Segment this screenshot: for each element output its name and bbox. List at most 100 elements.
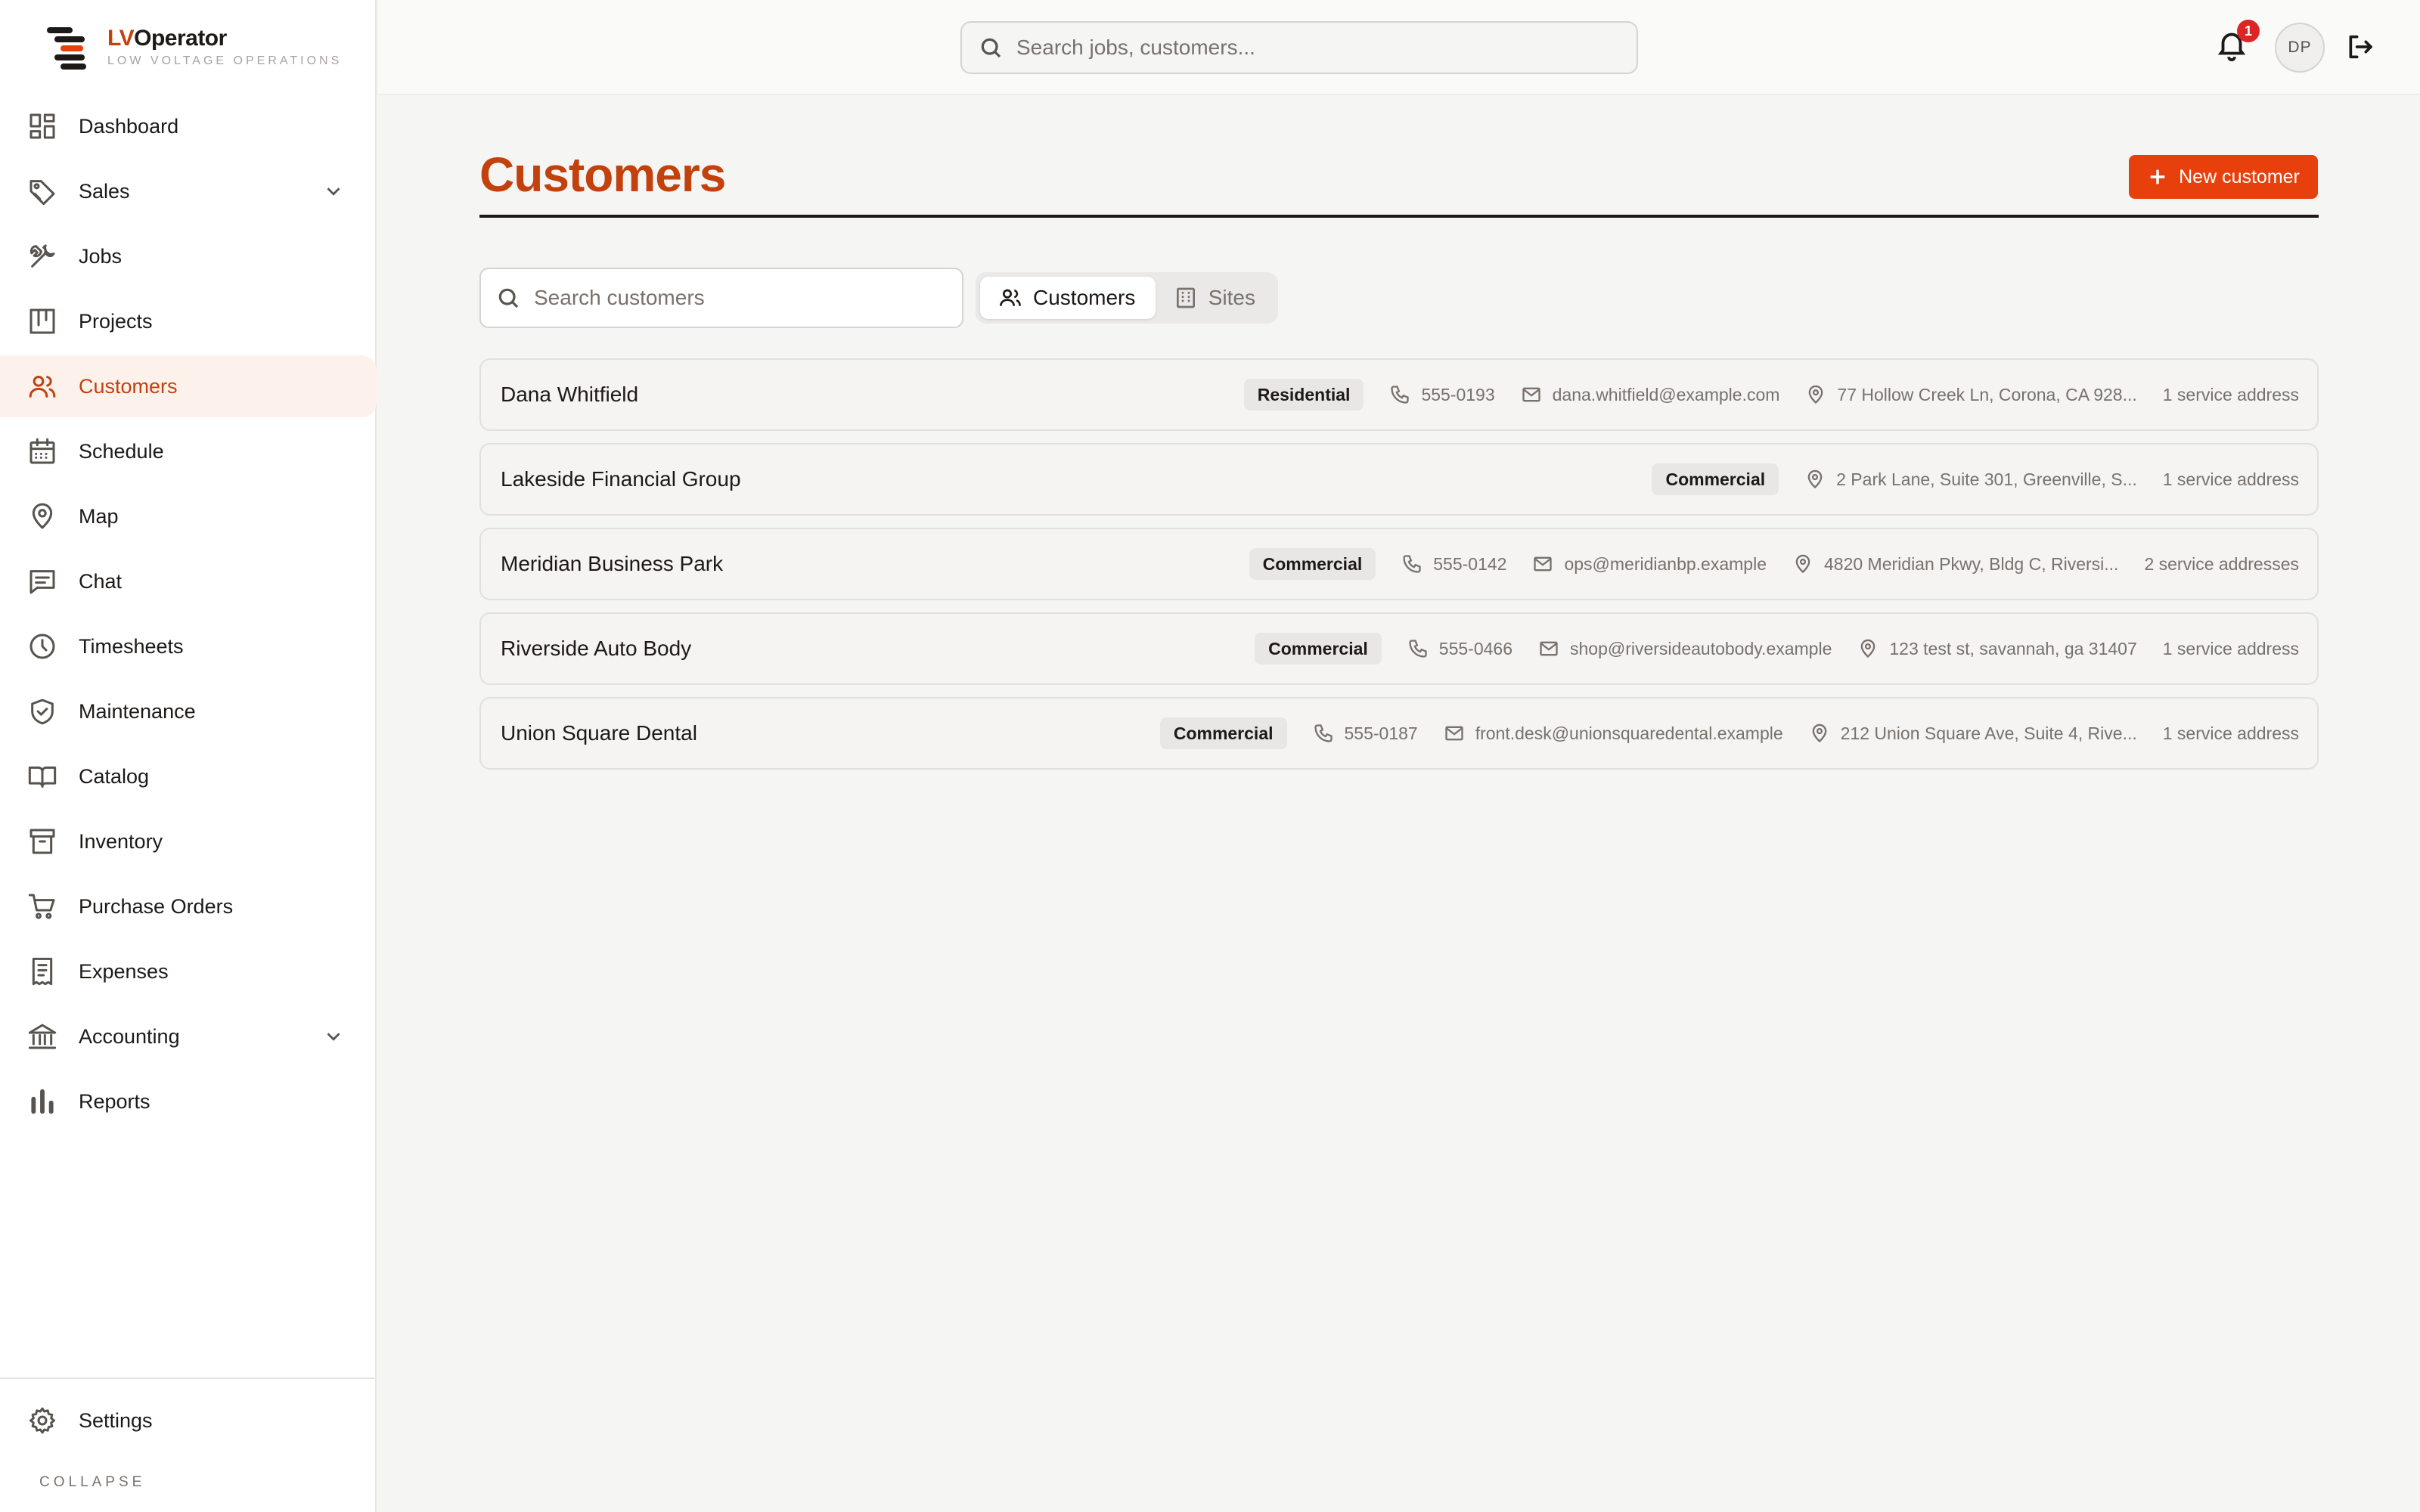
sidebar-item-label: Timesheets (79, 634, 184, 658)
customer-email-text: ops@meridianbp.example (1564, 553, 1767, 574)
sidebar-item-label: Dashboard (79, 114, 179, 138)
customer-phone-text: 555-0142 (1433, 553, 1507, 574)
page-title: Customers (479, 147, 726, 202)
sidebar-item-label: Jobs (79, 244, 123, 268)
chevron-down-icon[interactable] (322, 180, 345, 203)
customer-phone: 555-0466 (1407, 638, 1512, 659)
customer-address: 123 test st, savannah, ga 31407 (1857, 638, 2137, 659)
avatar[interactable]: DP (2275, 23, 2325, 73)
sidebar-item-dashboard[interactable]: Dashboard (0, 95, 377, 157)
search-icon (981, 38, 1001, 58)
global-search-input[interactable] (1016, 36, 1606, 60)
sidebar-item-label: Chat (79, 569, 123, 593)
map-pin-icon (27, 501, 57, 531)
sidebar-item-label: Purchase Orders (79, 894, 234, 918)
sidebar-item-maintenance[interactable]: Maintenance (0, 680, 377, 742)
brand[interactable]: LVOperator LOW VOLTAGE OPERATIONS (44, 23, 342, 71)
tab-customers-label: Customers (1033, 286, 1136, 309)
customer-search[interactable] (479, 268, 963, 328)
sidebar-item-map[interactable]: Map (0, 485, 377, 547)
book-icon (27, 761, 57, 792)
sidebar-item-projects[interactable]: Projects (0, 290, 377, 352)
sidebar-item-label: Expenses (79, 959, 169, 983)
sidebar-item-expenses[interactable]: Expenses (0, 940, 377, 1002)
cart-icon (27, 891, 57, 922)
customer-email: shop@riversideautobody.example (1538, 638, 1832, 659)
sidebar-item-jobs[interactable]: Jobs (0, 225, 377, 287)
customer-email: front.desk@unionsquaredental.example (1444, 723, 1783, 744)
chevron-down-icon[interactable] (322, 1025, 345, 1048)
customer-row[interactable]: Lakeside Financial Group Commercial 2 Park… (479, 443, 2319, 516)
sidebar-item-label: Schedule (79, 439, 164, 463)
service-address-count: 1 service address (2162, 384, 2299, 404)
sidebar-item-catalog[interactable]: Catalog (0, 745, 377, 807)
sidebar-item-inventory[interactable]: Inventory (0, 810, 377, 872)
kanban-icon (27, 306, 57, 336)
sidebar-item-chat[interactable]: Chat (0, 550, 377, 612)
sidebar-item-settings[interactable]: Settings (0, 1390, 377, 1452)
view-toggle: Customers Sites (976, 272, 1278, 324)
sidebar-item-label: Reports (79, 1089, 150, 1113)
topbar: 1 DP (378, 0, 2420, 95)
brand-name-suffix: Operator (134, 26, 227, 51)
logout-button[interactable] (2344, 32, 2376, 64)
customer-list: Dana Whitfield Residential 555-0193 dana.wh… (479, 358, 2319, 782)
sidebar-item-accounting[interactable]: Accounting (0, 1005, 377, 1067)
brand-tagline: LOW VOLTAGE OPERATIONS (107, 54, 343, 67)
archive-icon (27, 826, 57, 857)
sidebar-item-schedule[interactable]: Schedule (0, 420, 377, 482)
service-address-count: 1 service address (2162, 638, 2299, 658)
notifications-button[interactable]: 1 (2214, 20, 2260, 67)
sidebar-item-label: Sales (79, 179, 130, 203)
tab-customers[interactable]: Customers (980, 277, 1156, 319)
customer-phone: 555-0193 (1389, 384, 1495, 405)
mail-icon (1445, 726, 1463, 741)
phone-icon (1391, 386, 1410, 404)
map-pin-icon (1812, 723, 1826, 743)
tab-sites-label: Sites (1208, 286, 1255, 309)
customer-name: Dana Whitfield (501, 383, 639, 406)
tab-sites[interactable]: Sites (1156, 277, 1274, 319)
customer-type-badge: Commercial (1249, 548, 1376, 580)
sidebar-item-purchase-orders[interactable]: Purchase Orders (0, 875, 377, 937)
collapse-button[interactable]: COLLAPSE (39, 1474, 145, 1491)
wrench-icon (27, 241, 57, 271)
customer-address-text: 212 Union Square Ave, Suite 4, Rive... (1840, 723, 2137, 743)
logout-icon (2349, 35, 2372, 59)
customer-type-badge: Residential (1243, 379, 1364, 411)
sidebar-item-label: Inventory (79, 829, 163, 853)
sidebar-item-reports[interactable]: Reports (0, 1070, 377, 1132)
new-customer-button[interactable]: New customer (2129, 155, 2318, 199)
clock-icon (27, 631, 57, 662)
sidebar-item-label: Projects (79, 309, 153, 333)
service-address-count: 1 service address (2162, 723, 2299, 743)
phone-icon (1409, 640, 1427, 658)
calendar-icon (27, 436, 57, 466)
customer-phone-text: 555-0193 (1421, 384, 1495, 404)
customer-row[interactable]: Union Square Dental Commercial 555-0187 fro… (479, 697, 2319, 770)
sidebar-item-timesheets[interactable]: Timesheets (0, 615, 377, 677)
customer-email: ops@meridianbp.example (1532, 553, 1767, 575)
service-address-count: 1 service address (2162, 469, 2299, 489)
map-pin-icon (1795, 554, 1810, 574)
brand-name: LVOperator (107, 26, 342, 51)
chat-icon (27, 566, 57, 596)
customer-address: 212 Union Square Ave, Suite 4, Rive... (1809, 723, 2137, 744)
phone-icon (1403, 555, 1421, 573)
brand-logo-icon (44, 23, 92, 71)
customer-row[interactable]: Riverside Auto Body Commercial 555-0466 sho… (479, 612, 2319, 685)
global-search[interactable] (960, 21, 1638, 74)
customer-search-input[interactable] (534, 286, 957, 310)
customer-name: Lakeside Financial Group (501, 467, 741, 491)
sidebar-item-label: Accounting (79, 1024, 180, 1048)
sidebar-item-customers[interactable]: Customers (0, 355, 377, 417)
customer-address: 4820 Meridian Pkwy, Bldg C, Riversi... (1792, 553, 2118, 575)
sidebar-item-label: Maintenance (79, 699, 196, 723)
customer-row[interactable]: Meridian Business Park Commercial 555-0142… (479, 528, 2319, 600)
mail-icon (1522, 387, 1540, 402)
users-icon (1000, 289, 1021, 306)
customer-email-text: shop@riversideautobody.example (1569, 638, 1832, 658)
sidebar-item-sales[interactable]: Sales (0, 160, 377, 222)
customer-address-text: 123 test st, savannah, ga 31407 (1889, 638, 2137, 658)
customer-row[interactable]: Dana Whitfield Residential 555-0193 dana.wh… (479, 358, 2319, 431)
